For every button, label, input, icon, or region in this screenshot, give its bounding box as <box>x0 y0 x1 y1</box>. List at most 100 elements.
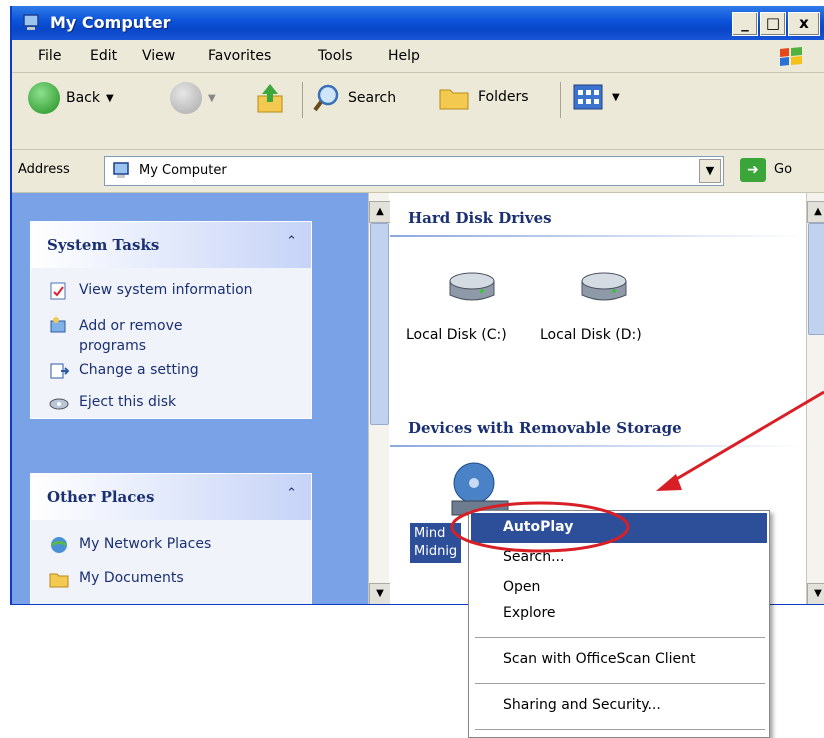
add-remove-programs-icon <box>50 317 66 333</box>
scroll-up-arrow-icon[interactable]: ▲ <box>807 201 824 223</box>
task-label: View system information <box>79 282 253 298</box>
chevron-down-icon: ▼ <box>705 164 715 177</box>
address-dropdown-button[interactable]: ▼ <box>699 159 721 183</box>
system-tasks-panel: System Tasks ⌃ View system information A… <box>30 221 312 419</box>
menu-view[interactable]: View <box>142 48 175 64</box>
my-computer-icon <box>23 14 39 30</box>
menu-help[interactable]: Help <box>388 48 420 64</box>
minimize-button[interactable]: _ <box>732 12 758 36</box>
scroll-down-arrow-icon[interactable]: ▼ <box>807 583 824 604</box>
back-label: Back <box>66 90 100 106</box>
menu-separator <box>475 729 765 730</box>
other-places-header[interactable]: Other Places ⌃ <box>31 474 311 520</box>
task-label: Change a setting <box>79 362 199 378</box>
scroll-thumb[interactable] <box>808 223 824 335</box>
back-button[interactable]: Back ▼ <box>28 82 114 114</box>
address-input[interactable]: My Computer ▼ <box>104 156 724 186</box>
menu-file[interactable]: File <box>38 48 61 64</box>
drive-label-d[interactable]: Local Disk (D:) <box>540 327 642 343</box>
menu-separator <box>475 637 765 638</box>
collapse-chevron-icon[interactable]: ⌃ <box>286 234 297 249</box>
views-icon <box>573 84 603 110</box>
group-title-removable: Devices with Removable Storage <box>408 419 682 437</box>
task-label: Eject this disk <box>79 394 177 410</box>
toolbar: Back ▼ ▼ Search Folders ▼ <box>12 73 824 150</box>
device-label-selected[interactable]: Mind Midnig <box>410 523 462 563</box>
address-bar: Address My Computer ▼ ➜ Go <box>12 150 824 193</box>
chevron-down-icon: ▼ <box>612 91 620 103</box>
scroll-down-arrow-icon[interactable]: ▼ <box>369 583 391 604</box>
task-label: Add or remove <box>79 318 183 334</box>
tasks-pane: System Tasks ⌃ View system information A… <box>12 193 368 604</box>
panel-title: Other Places <box>47 488 155 506</box>
hard-disk-icon[interactable] <box>444 267 500 307</box>
place-my-documents[interactable]: My Documents <box>49 570 184 588</box>
search-icon <box>313 84 339 112</box>
group-divider <box>390 445 806 447</box>
my-documents-icon <box>49 573 69 588</box>
menu-item-open[interactable]: Open <box>503 579 540 595</box>
address-value: My Computer <box>139 163 227 178</box>
go-arrow-icon[interactable]: ➜ <box>740 158 766 182</box>
maximize-button[interactable]: □ <box>760 12 786 36</box>
menu-tools[interactable]: Tools <box>318 48 353 64</box>
menu-item-scan-officescan[interactable]: Scan with OfficeScan Client <box>503 651 696 667</box>
menu-separator <box>475 683 765 684</box>
close-button[interactable]: x <box>788 12 820 36</box>
task-change-setting[interactable]: Change a setting <box>49 362 199 380</box>
drive-label-c[interactable]: Local Disk (C:) <box>406 327 507 343</box>
task-eject-disk[interactable]: Eject this disk <box>49 394 176 412</box>
up-folder-button[interactable] <box>256 82 286 114</box>
address-label: Address <box>18 162 70 177</box>
windows-logo-icon <box>780 47 802 66</box>
menu-item-autoplay[interactable]: AutoPlay <box>503 519 573 535</box>
folders-button[interactable]: Folders <box>438 82 529 112</box>
menu-edit[interactable]: Edit <box>90 48 117 64</box>
menu-item-sharing-security[interactable]: Sharing and Security... <box>503 697 661 713</box>
device-label-line: Mind <box>414 526 446 541</box>
tasks-pane-scrollbar[interactable]: ▲ ▼ <box>368 193 391 604</box>
task-add-remove-programs[interactable]: Add or remove programs <box>49 316 183 356</box>
scroll-thumb[interactable] <box>370 223 389 425</box>
place-label: My Documents <box>79 570 184 586</box>
task-view-system-information[interactable]: View system information <box>49 282 253 300</box>
menu-item-search[interactable]: Search... <box>503 549 564 565</box>
device-label-line: Midnig <box>414 544 458 559</box>
up-folder-icon <box>257 84 283 113</box>
title-bar[interactable]: My Computer _ □ x <box>12 6 824 40</box>
task-label: programs <box>79 338 147 354</box>
hard-disk-icon[interactable] <box>576 267 632 307</box>
network-places-icon <box>51 537 67 553</box>
go-button-label[interactable]: Go <box>774 162 792 177</box>
window-title: My Computer <box>50 13 171 32</box>
forward-arrow-icon <box>170 82 202 114</box>
chevron-down-icon: ▼ <box>208 92 216 104</box>
folders-icon <box>439 89 469 110</box>
menu-item-explore[interactable]: Explore <box>503 605 556 621</box>
system-tasks-header[interactable]: System Tasks ⌃ <box>31 222 311 268</box>
toolbar-separator <box>302 82 303 118</box>
search-button[interactable]: Search <box>312 82 396 114</box>
menu-favorites[interactable]: Favorites <box>208 48 271 64</box>
eject-disk-icon <box>49 398 69 410</box>
my-computer-icon <box>113 162 129 178</box>
place-label: My Network Places <box>79 536 212 552</box>
place-my-network-places[interactable]: My Network Places <box>49 536 211 554</box>
other-places-panel: Other Places ⌃ My Network Places My Docu… <box>30 473 312 604</box>
collapse-chevron-icon[interactable]: ⌃ <box>286 486 297 501</box>
panel-title: System Tasks <box>47 236 160 254</box>
control-panel-icon <box>50 363 69 379</box>
group-title-hard-disks: Hard Disk Drives <box>408 209 552 227</box>
search-label: Search <box>348 90 397 106</box>
back-arrow-icon <box>28 82 60 114</box>
toolbar-separator <box>560 82 561 118</box>
items-pane-scrollbar[interactable]: ▲ ▼ <box>806 193 824 604</box>
system-info-icon <box>50 282 66 300</box>
chevron-down-icon: ▼ <box>106 92 114 104</box>
menu-bar: File Edit View Favorites Tools Help <box>12 40 824 73</box>
group-divider <box>390 235 806 237</box>
scroll-up-arrow-icon[interactable]: ▲ <box>369 201 391 223</box>
views-button[interactable]: ▼ <box>572 82 620 112</box>
folders-label: Folders <box>478 89 529 105</box>
forward-button[interactable]: ▼ <box>170 82 216 114</box>
